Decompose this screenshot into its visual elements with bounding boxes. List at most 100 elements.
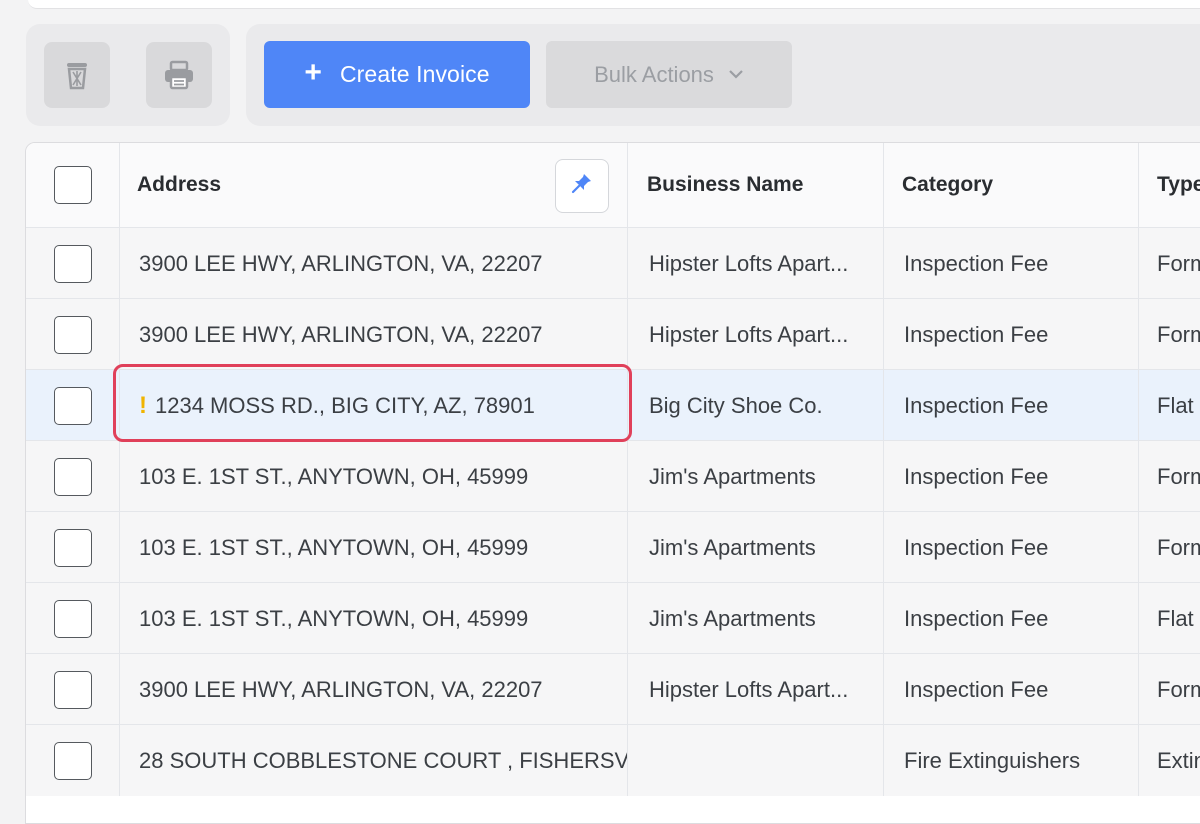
delete-button[interactable] [44, 42, 110, 108]
row-checkbox[interactable] [53, 670, 92, 709]
address-cell[interactable]: 3900 LEE HWY, ARLINGTON, VA, 22207 [119, 228, 628, 299]
category-cell[interactable]: Fire Extinguishers [884, 725, 1139, 796]
row-select-cell [26, 512, 120, 583]
toolbar-action-group: + Create Invoice Bulk Actions [246, 24, 1200, 126]
category-text: Inspection Fee [904, 605, 1049, 631]
category-text: Fire Extinguishers [904, 747, 1081, 773]
pin-icon [570, 171, 594, 201]
header-select-cell [26, 143, 120, 227]
category-text: Inspection Fee [904, 534, 1049, 560]
column-header-category[interactable]: Category [884, 143, 1139, 227]
row-checkbox[interactable] [53, 315, 92, 354]
column-header-label: Category [902, 173, 994, 196]
type-text: Flat [1157, 605, 1194, 631]
row-select-cell [26, 370, 120, 441]
top-panel-edge [28, 0, 1200, 9]
business-name-cell[interactable]: Jim's Apartments [629, 441, 884, 512]
table-row-selected[interactable]: ! 1234 MOSS RD., BIG CITY, AZ, 78901 Big… [26, 369, 1200, 441]
bulk-actions-label: Bulk Actions [594, 61, 714, 87]
business-name-cell[interactable]: Jim's Apartments [629, 512, 884, 583]
row-select-cell [26, 441, 120, 512]
business-name-cell[interactable]: Big City Shoe Co. [629, 370, 884, 441]
address-cell[interactable]: 103 E. 1ST ST., ANYTOWN, OH, 45999 [119, 583, 628, 654]
category-text: Inspection Fee [904, 676, 1049, 702]
address-cell[interactable]: ! 1234 MOSS RD., BIG CITY, AZ, 78901 [119, 370, 628, 441]
address-text: 3900 LEE HWY, ARLINGTON, VA, 22207 [139, 321, 543, 347]
category-cell[interactable]: Inspection Fee [884, 228, 1139, 299]
business-name-text: Big City Shoe Co. [649, 392, 823, 418]
type-text: Extin [1157, 747, 1200, 773]
table-row[interactable]: 3900 LEE HWY, ARLINGTON, VA, 22207 Hipst… [26, 653, 1200, 725]
type-text: Flat [1157, 392, 1194, 418]
row-checkbox[interactable] [53, 386, 92, 425]
address-cell[interactable]: 103 E. 1ST ST., ANYTOWN, OH, 45999 [119, 512, 628, 583]
column-header-type[interactable]: Type [1139, 143, 1200, 227]
column-header-address[interactable]: Address [119, 143, 628, 227]
category-text: Inspection Fee [904, 250, 1049, 276]
printer-icon [163, 60, 195, 90]
type-cell[interactable]: Form [1139, 299, 1200, 370]
row-checkbox[interactable] [53, 244, 92, 283]
type-cell[interactable]: Flat [1139, 583, 1200, 654]
row-select-cell [26, 725, 120, 796]
category-cell[interactable]: Inspection Fee [884, 654, 1139, 725]
warning-icon: ! [139, 391, 147, 419]
row-checkbox[interactable] [53, 599, 92, 638]
type-cell[interactable]: Extin [1139, 725, 1200, 796]
category-cell[interactable]: Inspection Fee [884, 512, 1139, 583]
business-name-cell[interactable]: Jim's Apartments [629, 583, 884, 654]
address-text: 3900 LEE HWY, ARLINGTON, VA, 22207 [139, 250, 543, 276]
column-header-label: Address [137, 173, 222, 196]
create-invoice-button[interactable]: + Create Invoice [264, 41, 530, 108]
business-name-text: Jim's Apartments [649, 463, 816, 489]
row-checkbox[interactable] [53, 457, 92, 496]
business-name-cell[interactable]: Hipster Lofts Apart... [629, 228, 884, 299]
address-cell[interactable]: 3900 LEE HWY, ARLINGTON, VA, 22207 [119, 299, 628, 370]
address-cell[interactable]: 3900 LEE HWY, ARLINGTON, VA, 22207 [119, 654, 628, 725]
column-header-label: Business Name [647, 173, 804, 196]
select-all-checkbox[interactable] [53, 166, 92, 204]
chevron-down-icon [728, 66, 744, 84]
print-button[interactable] [146, 42, 212, 108]
category-cell[interactable]: Inspection Fee [884, 441, 1139, 512]
row-select-cell [26, 228, 120, 299]
bulk-actions-dropdown[interactable]: Bulk Actions [546, 41, 792, 108]
address-text: 103 E. 1ST ST., ANYTOWN, OH, 45999 [139, 463, 529, 489]
data-table: Address Business Name Category Type 3900… [25, 142, 1200, 824]
toolbar-icon-group [26, 24, 230, 126]
row-checkbox[interactable] [53, 741, 92, 780]
table-row[interactable]: 3900 LEE HWY, ARLINGTON, VA, 22207 Hipst… [26, 298, 1200, 370]
category-text: Inspection Fee [904, 463, 1049, 489]
business-name-cell[interactable] [629, 725, 884, 796]
column-header-label: Type [1157, 173, 1200, 196]
table-row[interactable]: 103 E. 1ST ST., ANYTOWN, OH, 45999 Jim's… [26, 440, 1200, 512]
type-cell[interactable]: Form [1139, 512, 1200, 583]
business-name-cell[interactable]: Hipster Lofts Apart... [629, 299, 884, 370]
type-text: Form [1157, 676, 1200, 702]
type-cell[interactable]: Form [1139, 441, 1200, 512]
pin-column-button[interactable] [555, 159, 609, 213]
table-row[interactable]: 3900 LEE HWY, ARLINGTON, VA, 22207 Hipst… [26, 227, 1200, 299]
plus-icon: + [304, 56, 322, 89]
business-name-text: Hipster Lofts Apart... [649, 250, 849, 276]
type-cell[interactable]: Form [1139, 228, 1200, 299]
table-row[interactable]: 103 E. 1ST ST., ANYTOWN, OH, 45999 Jim's… [26, 582, 1200, 654]
category-cell[interactable]: Inspection Fee [884, 299, 1139, 370]
type-cell[interactable]: Flat [1139, 370, 1200, 441]
row-select-cell [26, 583, 120, 654]
type-cell[interactable]: Form [1139, 654, 1200, 725]
business-name-text: Hipster Lofts Apart... [649, 321, 849, 347]
table-row[interactable]: 103 E. 1ST ST., ANYTOWN, OH, 45999 Jim's… [26, 511, 1200, 583]
business-name-cell[interactable]: Hipster Lofts Apart... [629, 654, 884, 725]
address-cell[interactable]: 28 SOUTH COBBLESTONE COURT , FISHERSVILL… [119, 725, 628, 796]
business-name-text: Jim's Apartments [649, 534, 816, 560]
column-header-business-name[interactable]: Business Name [629, 143, 884, 227]
business-name-text: Jim's Apartments [649, 605, 816, 631]
address-text: 103 E. 1ST ST., ANYTOWN, OH, 45999 [139, 534, 529, 560]
category-cell[interactable]: Inspection Fee [884, 370, 1139, 441]
category-cell[interactable]: Inspection Fee [884, 583, 1139, 654]
create-invoice-label: Create Invoice [339, 61, 490, 87]
address-cell[interactable]: 103 E. 1ST ST., ANYTOWN, OH, 45999 [119, 441, 628, 512]
table-row[interactable]: 28 SOUTH COBBLESTONE COURT , FISHERSVILL… [26, 724, 1200, 796]
row-checkbox[interactable] [53, 528, 92, 567]
